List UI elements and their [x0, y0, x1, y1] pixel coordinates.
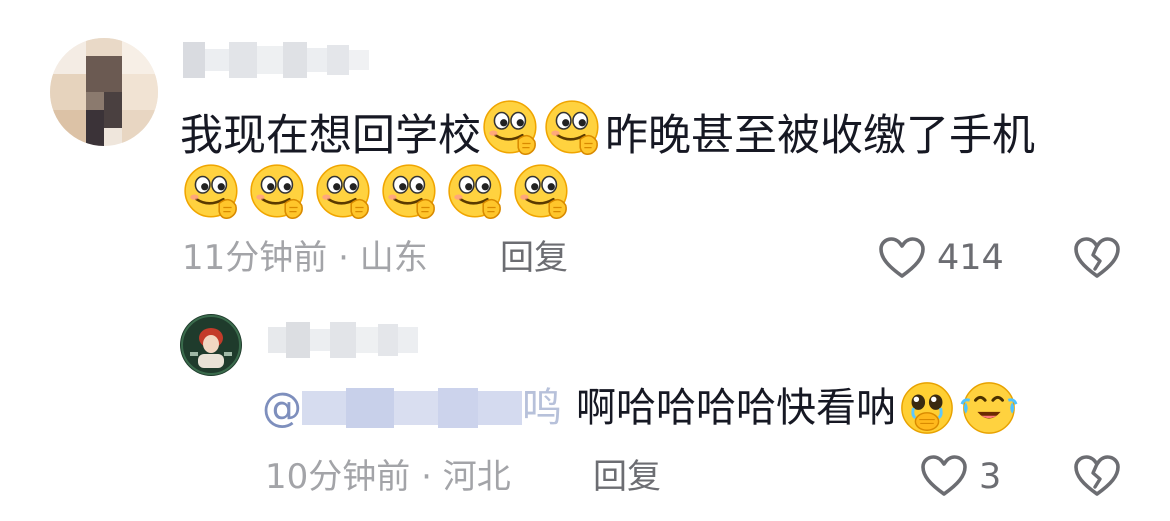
username-redacted[interactable]: [183, 40, 369, 80]
pleading-face-emoji-icon: [896, 379, 958, 437]
reply-text: 啊哈哈哈哈快看呐: [576, 385, 896, 431]
timestamp: 11分钟前: [182, 238, 328, 278]
location: 河北: [442, 457, 511, 497]
avatar[interactable]: [180, 314, 242, 376]
thinking-smirk-emoji-icon: [246, 162, 312, 224]
thinking-smirk-emoji-icon: [481, 98, 543, 160]
reply-button[interactable]: 回复: [500, 238, 568, 278]
comment-text: 我现在想回学校 昨晚甚至被收缴了手机: [180, 98, 1035, 168]
tears-of-joy-emoji-icon: [958, 379, 1020, 437]
like-count: 3: [979, 457, 1002, 497]
thinking-smirk-emoji-icon: [510, 162, 576, 224]
username-redacted[interactable]: [268, 320, 418, 360]
reply-item: @ 鸣 啊哈哈哈哈快看呐 10分钟前 · 河北 回复 3: [0, 300, 1170, 521]
heart-icon[interactable]: [920, 454, 968, 498]
comment-emoji-row: [180, 162, 576, 232]
timestamp: 10分钟前: [265, 457, 411, 497]
like-count: 414: [937, 238, 1004, 278]
reply-content: @ 鸣 啊哈哈哈哈快看呐: [262, 380, 1020, 436]
mention-prefix: @: [262, 385, 302, 431]
reply-meta: 10分钟前 · 河北: [265, 457, 511, 497]
comment-item: 我现在想回学校 昨晚甚至被收缴了手机 11分钟前 · 山东 回复 414: [0, 0, 1170, 300]
thinking-smirk-emoji-icon: [180, 162, 246, 224]
avatar[interactable]: [50, 38, 158, 146]
meta-separator: ·: [421, 457, 432, 497]
broken-heart-icon[interactable]: [1073, 236, 1121, 280]
mention-username-redacted[interactable]: 鸣: [302, 380, 562, 436]
comment-text-part2: 昨晚甚至被收缴了手机: [605, 111, 1035, 161]
thinking-smirk-emoji-icon: [378, 162, 444, 224]
reply-button[interactable]: 回复: [593, 457, 661, 497]
mention-name-tail: 鸣: [522, 385, 562, 431]
thinking-smirk-emoji-icon: [444, 162, 510, 224]
meta-separator: ·: [338, 238, 349, 278]
thinking-smirk-emoji-icon: [543, 98, 605, 160]
broken-heart-icon[interactable]: [1073, 454, 1121, 498]
thinking-smirk-emoji-icon: [312, 162, 378, 224]
comment-meta: 11分钟前 · 山东: [182, 238, 428, 278]
comment-text-part1: 我现在想回学校: [180, 111, 481, 161]
location: 山东: [359, 238, 428, 278]
heart-icon[interactable]: [878, 236, 926, 280]
